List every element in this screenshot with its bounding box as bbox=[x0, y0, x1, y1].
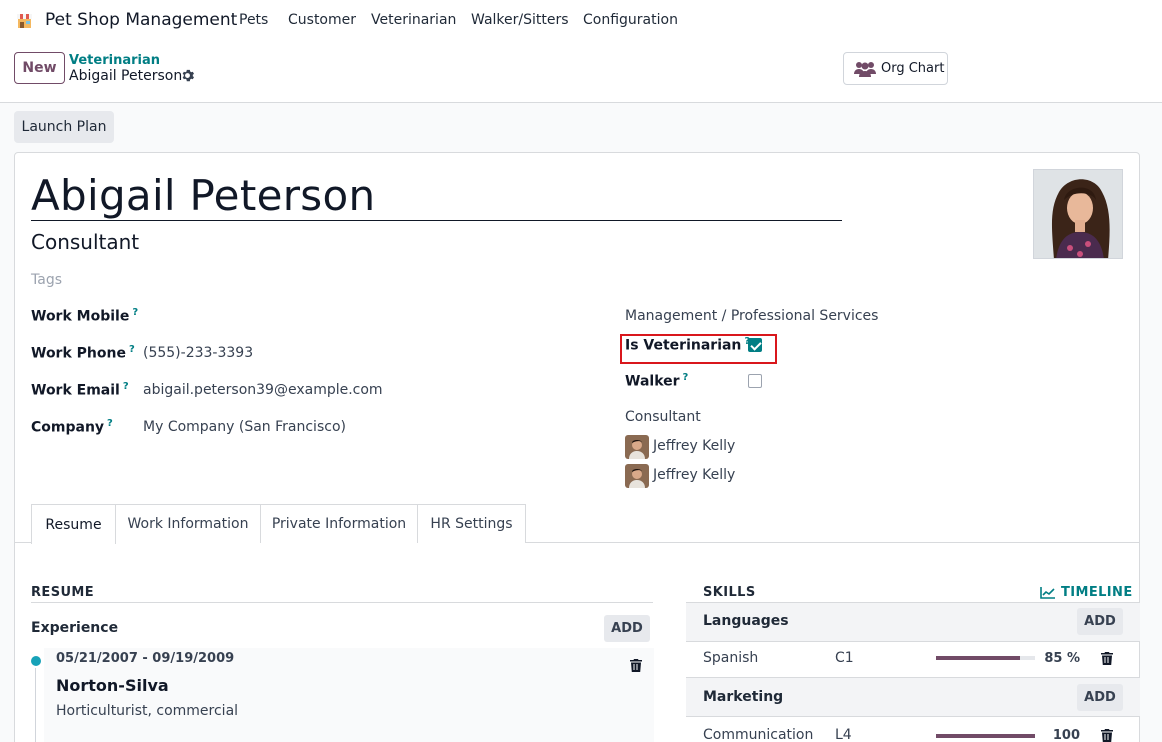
work-email-field[interactable]: abigail.peterson39@example.com bbox=[143, 382, 383, 398]
org-chart-button[interactable]: Org Chart bbox=[843, 52, 948, 85]
tab-work-information[interactable]: Work Information bbox=[115, 504, 261, 543]
resume-section-title: RESUME bbox=[31, 585, 95, 600]
work-email-label: Work Email? bbox=[31, 381, 129, 399]
help-tooltip-icon[interactable]: ? bbox=[123, 381, 129, 392]
skill-level: C1 bbox=[835, 650, 854, 666]
skill-percentage: 85 % bbox=[1044, 651, 1080, 666]
add-experience-button[interactable]: ADD bbox=[604, 615, 650, 642]
skill-progress-fill bbox=[936, 656, 1021, 660]
skills-section-title: SKILLS bbox=[703, 585, 756, 600]
skill-row-divider bbox=[686, 641, 1140, 642]
skill-name: Communication bbox=[703, 727, 814, 742]
add-language-skill-button[interactable]: ADD bbox=[1077, 608, 1123, 635]
highlight-box bbox=[620, 334, 777, 364]
help-tooltip-icon[interactable]: ? bbox=[129, 344, 135, 355]
breadcrumb-current: Abigail Peterson bbox=[69, 68, 183, 84]
help-tooltip-icon[interactable]: ? bbox=[107, 418, 113, 429]
trash-icon[interactable] bbox=[1101, 652, 1113, 665]
trash-icon[interactable] bbox=[630, 659, 642, 672]
job-position-field[interactable]: Consultant bbox=[625, 409, 701, 425]
employee-name-input[interactable]: Abigail Peterson bbox=[31, 171, 375, 220]
skill-name: Spanish bbox=[703, 650, 759, 666]
skill-progress-bar bbox=[936, 734, 1035, 738]
new-button[interactable]: New bbox=[14, 52, 65, 84]
timeline-button[interactable]: TIMELINE bbox=[1040, 585, 1133, 600]
trash-icon[interactable] bbox=[1101, 729, 1113, 742]
employee-photo[interactable] bbox=[1033, 169, 1123, 259]
skill-row-divider bbox=[686, 716, 1140, 717]
add-marketing-skill-button[interactable]: ADD bbox=[1077, 684, 1123, 711]
resume-divider bbox=[31, 602, 653, 603]
top-navbar: Pet Shop Management Pets Customer Veteri… bbox=[0, 0, 1162, 42]
pet-shop-app-icon[interactable] bbox=[16, 12, 33, 29]
skill-percentage: 100 % bbox=[1052, 728, 1080, 742]
help-tooltip-icon[interactable]: ? bbox=[132, 307, 138, 318]
manager-avatar bbox=[625, 435, 649, 459]
tab-private-information[interactable]: Private Information bbox=[260, 504, 418, 543]
help-tooltip-icon[interactable]: ? bbox=[683, 372, 689, 383]
skill-group-languages: Languages bbox=[703, 613, 789, 629]
company-label: Company? bbox=[31, 418, 113, 436]
nav-customer[interactable]: Customer bbox=[288, 12, 356, 28]
app-title[interactable]: Pet Shop Management bbox=[45, 10, 237, 30]
skill-progress-bar bbox=[936, 656, 1035, 660]
manager-field[interactable]: Jeffrey Kelly bbox=[653, 438, 735, 454]
skill-level: L4 bbox=[835, 727, 852, 742]
company-field[interactable]: My Company (San Francisco) bbox=[143, 419, 346, 435]
walker-checkbox[interactable] bbox=[748, 374, 762, 388]
timeline-line bbox=[35, 668, 36, 742]
department-field[interactable]: Management / Professional Services bbox=[625, 308, 878, 324]
gear-icon[interactable] bbox=[181, 69, 194, 82]
experience-group-title: Experience bbox=[31, 620, 119, 636]
org-chart-label: Org Chart bbox=[881, 61, 945, 76]
nav-pets[interactable]: Pets bbox=[239, 12, 268, 28]
work-mobile-label: Work Mobile? bbox=[31, 307, 139, 325]
timeline-label: TIMELINE bbox=[1061, 585, 1133, 600]
resume-entry-description: Horticulturist, commercial bbox=[56, 703, 239, 719]
line-chart-icon bbox=[1040, 586, 1055, 599]
resume-entry-dates: 05/21/2007 - 09/19/2009 bbox=[56, 651, 235, 666]
coach-avatar-image bbox=[625, 464, 649, 488]
nav-configuration[interactable]: Configuration bbox=[583, 12, 678, 28]
timeline-dot bbox=[31, 656, 41, 666]
breadcrumb-parent[interactable]: Veterinarian bbox=[69, 53, 160, 68]
launch-plan-button[interactable]: Launch Plan bbox=[14, 111, 114, 143]
skill-group-marketing: Marketing bbox=[703, 689, 784, 705]
nav-walker-sitters[interactable]: Walker/Sitters bbox=[471, 12, 569, 28]
job-title-input[interactable]: Consultant bbox=[31, 230, 139, 254]
tab-resume[interactable]: Resume bbox=[31, 504, 116, 544]
employee-name-underline bbox=[31, 220, 842, 221]
resume-entry-company: Norton-Silva bbox=[56, 676, 169, 695]
coach-field[interactable]: Jeffrey Kelly bbox=[653, 467, 735, 483]
work-phone-label: Work Phone? bbox=[31, 344, 135, 362]
employee-photo-image bbox=[1034, 170, 1122, 258]
tab-hr-settings[interactable]: HR Settings bbox=[417, 504, 526, 543]
nav-veterinarian[interactable]: Veterinarian bbox=[371, 12, 456, 28]
coach-avatar bbox=[625, 464, 649, 488]
walker-label: Walker? bbox=[625, 372, 689, 390]
skill-progress-fill bbox=[936, 734, 1035, 738]
work-phone-field[interactable]: (555)-233-3393 bbox=[143, 345, 253, 361]
tags-input[interactable]: Tags bbox=[31, 272, 62, 288]
users-icon bbox=[854, 61, 876, 77]
manager-avatar-image bbox=[625, 435, 649, 459]
